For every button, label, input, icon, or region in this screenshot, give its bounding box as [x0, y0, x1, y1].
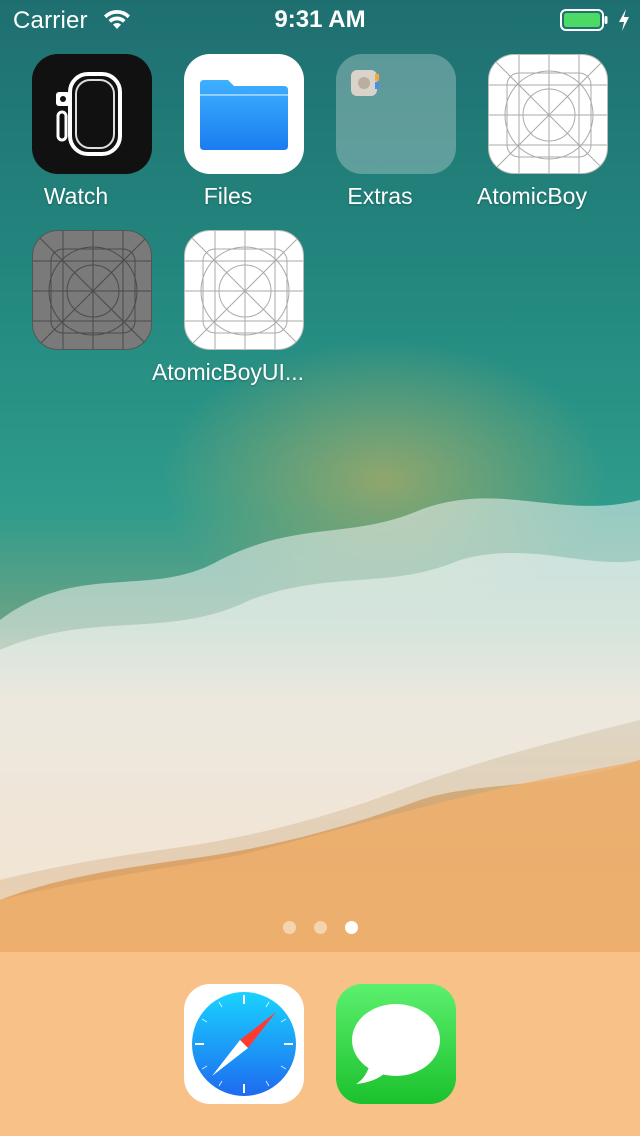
app-label: AtomicBoy — [477, 183, 587, 209]
page-dot-1[interactable] — [282, 921, 296, 934]
placeholder-app-icon[interactable] — [488, 54, 608, 174]
safari-compass-icon[interactable] — [184, 984, 304, 1104]
status-bar: Carrier 9:31 AM — [0, 0, 640, 40]
placeholder-app-icon-dimmed[interactable] — [32, 230, 152, 350]
dock — [0, 952, 640, 1136]
files-app-icon[interactable] — [184, 54, 304, 174]
battery-icon — [560, 9, 608, 31]
messages-bubble-icon[interactable] — [336, 984, 456, 1104]
folder-icon[interactable] — [336, 54, 456, 174]
placeholder-app-icon[interactable] — [184, 230, 304, 350]
app-label: Watch — [43, 183, 109, 209]
watch-app-icon[interactable] — [32, 54, 152, 174]
app-label: Files — [203, 183, 253, 209]
status-time: 9:31 AM — [274, 6, 366, 33]
page-dot-2[interactable] — [313, 921, 327, 934]
app-label: AtomicBoyUI... — [151, 359, 305, 385]
app-label: Extras — [347, 183, 413, 209]
page-dot-3-current[interactable] — [344, 921, 358, 934]
page-indicator[interactable] — [0, 921, 640, 935]
charging-bolt-icon — [619, 9, 629, 31]
